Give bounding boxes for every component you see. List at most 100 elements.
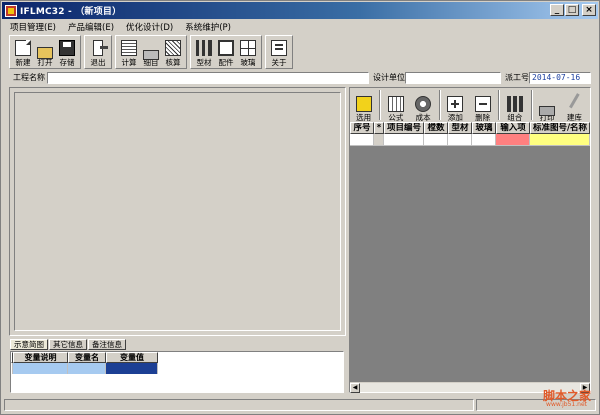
cost-button[interactable]: 成本 (412, 96, 435, 122)
delete-button[interactable]: 删除 (471, 96, 494, 122)
new-label: 新建 (15, 58, 31, 67)
part-button[interactable]: 配件 (215, 37, 237, 67)
toolbar-group-about: 关于 (265, 35, 293, 69)
scroll-left-button[interactable]: ◀ (350, 383, 360, 393)
toolbar-group-calc: 计算 细目 核算 (115, 35, 187, 69)
maximize-button[interactable]: □ (565, 4, 579, 16)
cell-input[interactable] (496, 134, 530, 146)
status-bar (2, 398, 598, 412)
new-file-icon (15, 40, 31, 56)
tab-sketch[interactable]: 示意简图 (10, 339, 48, 350)
col-seq[interactable]: 序号 (350, 122, 374, 134)
glass-label: 玻璃 (240, 58, 256, 67)
exit-button[interactable]: 退出 (87, 37, 109, 67)
profile-label: 型材 (196, 58, 212, 67)
check-button[interactable]: 核算 (162, 37, 184, 67)
cell-standard-name[interactable] (530, 134, 590, 146)
project-name-label: 工程名称 (13, 73, 45, 82)
col-item-no[interactable]: 项目编号 (384, 122, 424, 134)
check-icon (165, 40, 181, 56)
variable-value-header[interactable]: 变量值 (106, 352, 158, 363)
item-grid-header: 序号 * 项目编号 樘数 型材 玻璃 输入项 标准图号/名称 (350, 122, 590, 134)
exit-door-icon (93, 40, 108, 56)
toolbar-separator (379, 90, 382, 120)
detail-button[interactable]: 细目 (140, 37, 162, 67)
add-icon (447, 96, 464, 112)
combine-button[interactable]: 组合 (503, 96, 526, 122)
project-info-row: 工程名称 设计单位 派工号 2014-07-16 (9, 72, 591, 84)
formula-button[interactable]: 公式 (384, 96, 407, 122)
about-button[interactable]: 关于 (268, 37, 290, 67)
table-row[interactable] (350, 134, 590, 146)
print-button[interactable]: 打印 (536, 102, 559, 122)
part-label: 配件 (218, 58, 234, 67)
cost-icon (415, 96, 432, 112)
build-library-button[interactable]: 建库 (563, 93, 592, 122)
cell-seq[interactable] (350, 134, 374, 146)
cell-item-no[interactable] (384, 134, 424, 146)
variable-row[interactable] (11, 363, 343, 374)
calculate-button[interactable]: 计算 (118, 37, 140, 67)
variable-name-header[interactable]: 变量名 (68, 352, 106, 363)
cell-count[interactable] (424, 134, 448, 146)
project-name-input[interactable] (47, 72, 369, 84)
col-input[interactable]: 输入项 (496, 122, 530, 134)
variable-name-cell[interactable] (68, 363, 106, 374)
col-profile[interactable]: 型材 (448, 122, 472, 134)
new-button[interactable]: 新建 (12, 37, 34, 67)
variable-desc-cell[interactable] (13, 363, 68, 374)
variable-grid[interactable]: 变量说明 变量名 变量值 (10, 351, 344, 393)
open-label: 打开 (37, 58, 53, 67)
main-window: IFLMC32 - （新项目） _ □ × 项目管理(E) 产品编辑(E) 优化… (0, 0, 600, 415)
add-button[interactable]: 添加 (444, 96, 467, 122)
col-glass[interactable]: 玻璃 (472, 122, 496, 134)
glass-button[interactable]: 玻璃 (237, 37, 259, 67)
select-label: 选用 (356, 113, 372, 122)
cell-glass[interactable] (472, 134, 496, 146)
minimize-button[interactable]: _ (550, 4, 564, 16)
variable-desc-header[interactable]: 变量说明 (13, 352, 68, 363)
about-label: 关于 (271, 58, 287, 67)
select-icon (355, 96, 372, 112)
save-disk-icon (59, 40, 75, 56)
printer-icon (539, 106, 556, 116)
save-button[interactable]: 存储 (56, 37, 78, 67)
col-count[interactable]: 樘数 (424, 122, 448, 134)
open-button[interactable]: 打开 (34, 37, 56, 67)
sketch-canvas[interactable] (9, 87, 346, 336)
formula-label: 公式 (388, 113, 404, 122)
toolbar-separator (530, 90, 533, 120)
design-unit-input[interactable] (405, 72, 501, 84)
menu-bar: 项目管理(E) 产品编辑(E) 优化设计(D) 系统维护(P) (2, 20, 598, 34)
cell-profile[interactable] (448, 134, 472, 146)
menu-project[interactable]: 项目管理(E) (10, 21, 56, 33)
app-icon[interactable] (5, 4, 17, 17)
date-input[interactable]: 2014-07-16 (529, 72, 591, 84)
close-button[interactable]: × (582, 4, 596, 16)
main-toolbar: 新建 打开 存储 退出 计算 细目 核算 型材 配件 玻璃 关于 (9, 35, 296, 69)
menu-product-edit[interactable]: 产品编辑(E) (68, 21, 114, 33)
item-grid[interactable]: 序号 * 项目编号 樘数 型材 玻璃 输入项 标准图号/名称 (350, 122, 590, 382)
menu-optimize[interactable]: 优化设计(D) (126, 21, 173, 33)
add-label: 添加 (447, 113, 463, 122)
select-button[interactable]: 选用 (352, 96, 375, 122)
combine-icon (506, 96, 523, 112)
variable-value-cell[interactable] (106, 363, 158, 374)
watermark-url: www.jb51.net (546, 401, 587, 408)
toolbar-separator (438, 90, 441, 120)
col-standard-name[interactable]: 标准图号/名称 (530, 122, 590, 134)
title-bar: IFLMC32 - （新项目） _ □ × (2, 2, 598, 19)
menu-system[interactable]: 系统维护(P) (185, 21, 231, 33)
build-library-label: 建库 (566, 113, 582, 122)
col-star[interactable]: * (374, 122, 384, 134)
calculate-label: 计算 (121, 58, 137, 67)
glass-icon (240, 40, 256, 56)
design-unit-label: 设计单位 (373, 73, 405, 82)
check-label: 核算 (165, 58, 181, 67)
cell-star[interactable] (374, 134, 384, 146)
toolbar-separator (498, 90, 501, 120)
tab-remarks[interactable]: 备注信息 (88, 339, 126, 350)
open-folder-icon (37, 47, 53, 59)
profile-button[interactable]: 型材 (193, 37, 215, 67)
tab-other-info[interactable]: 其它信息 (49, 339, 87, 350)
